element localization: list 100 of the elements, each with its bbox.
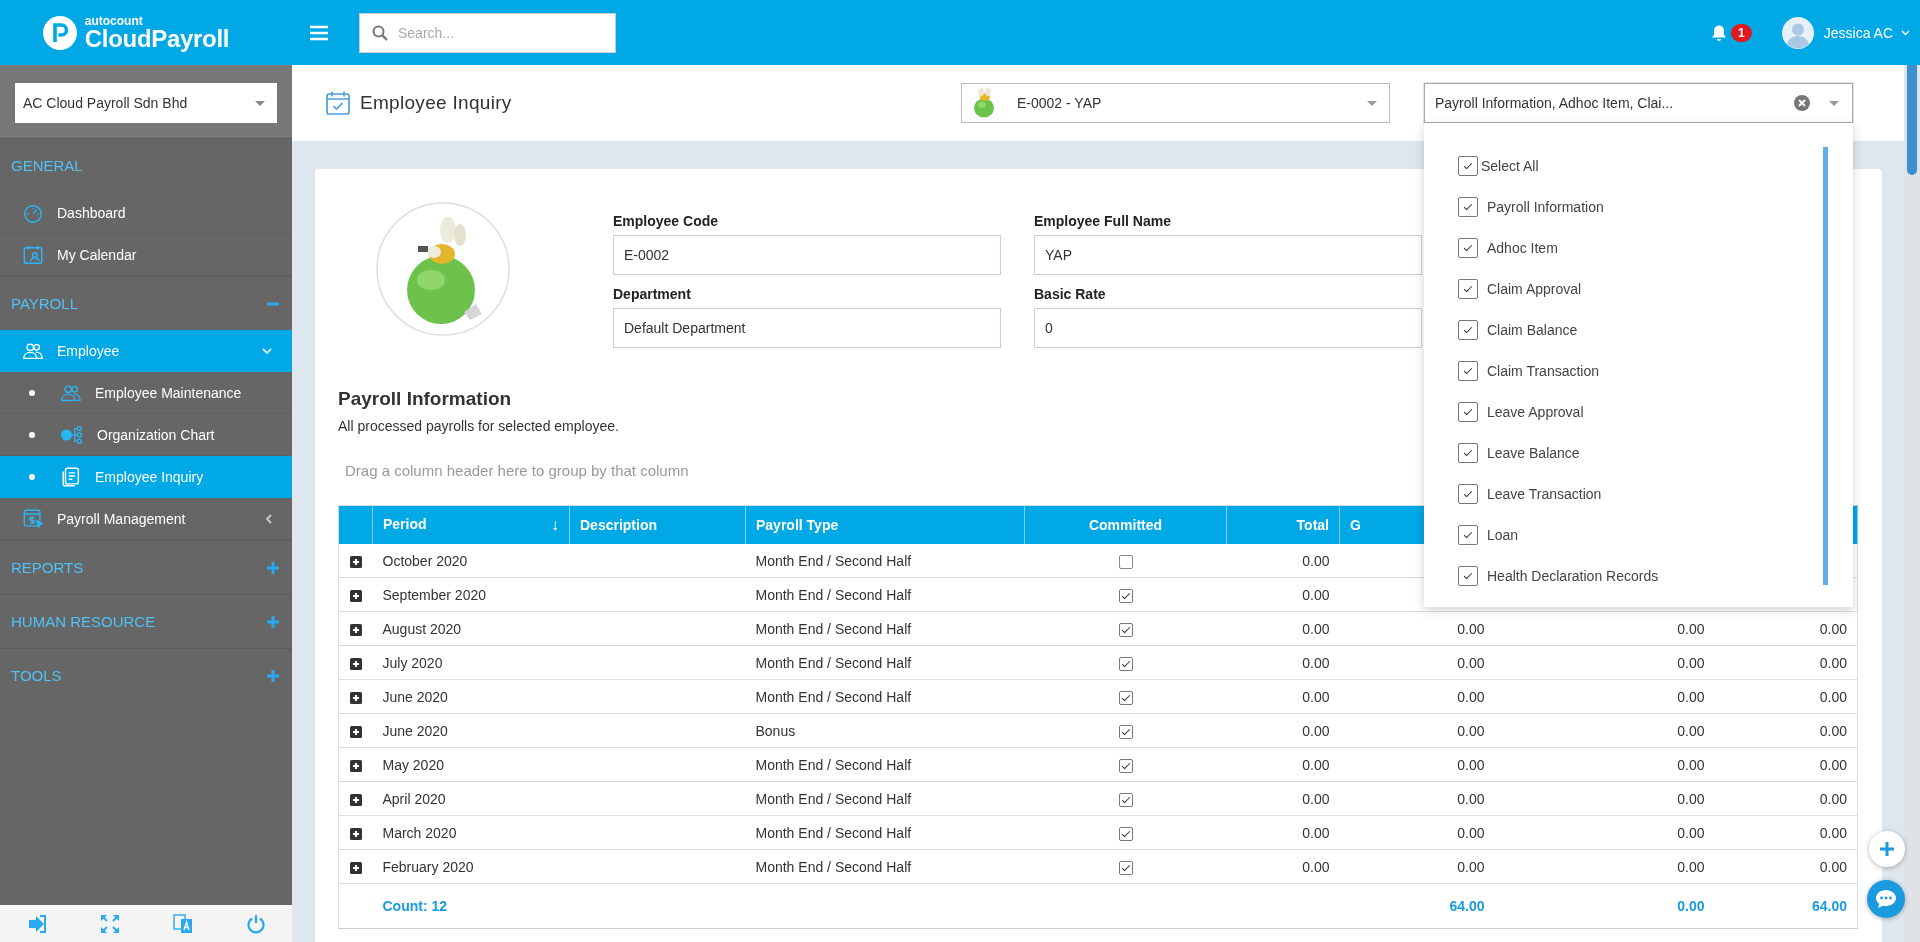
avatar-icon <box>1781 16 1814 49</box>
checkbox[interactable] <box>1118 826 1133 841</box>
option-label[interactable]: Payroll Information <box>1487 198 1604 215</box>
expand-row-icon[interactable] <box>349 589 362 602</box>
table-cell: September 2020 <box>372 577 570 612</box>
notification-button[interactable] <box>1711 23 1728 42</box>
expand-row-icon[interactable] <box>349 827 362 840</box>
table-cell: 0.00 <box>1339 781 1495 816</box>
chat-icon[interactable] <box>1875 889 1897 909</box>
nav-subitem[interactable]: Employee Maintenance <box>0 372 292 414</box>
option-label[interactable]: Claim Transaction <box>1487 362 1600 379</box>
checkbox[interactable] <box>1118 554 1133 569</box>
table-cell: May 2020 <box>372 747 570 782</box>
checkbox[interactable] <box>1118 588 1133 603</box>
expand-row-icon[interactable] <box>349 793 362 806</box>
input-field[interactable]: Default Department <box>613 308 1001 348</box>
table-cell: 0.00 <box>1226 645 1340 680</box>
group-panel-hint: Drag a column header here to group by that column <box>345 461 689 481</box>
fullscreen-button[interactable] <box>99 913 120 934</box>
table-cell: 0.00 <box>1339 611 1495 646</box>
search-field[interactable]: Search... <box>359 12 616 53</box>
option-label[interactable]: Select All <box>1481 157 1539 174</box>
field-label: Department <box>613 285 692 304</box>
option-label[interactable]: Leave Approval <box>1487 403 1584 420</box>
employee-dropdown[interactable]: E-0002 - YAP <box>961 83 1390 123</box>
option-label[interactable]: Leave Transaction <box>1487 485 1602 502</box>
translate-button[interactable] <box>172 913 193 934</box>
expand-row-icon[interactable] <box>349 657 362 670</box>
checkbox[interactable] <box>1458 524 1478 545</box>
input-field[interactable]: 0 <box>1034 308 1422 348</box>
table-cell: 0.00 <box>1494 645 1715 680</box>
table-cell: October 2020 <box>372 544 570 578</box>
calendar-icon <box>22 243 44 266</box>
expand-row-icon[interactable] <box>349 725 362 738</box>
company-dropdown[interactable]: AC Cloud Payroll Sdn Bhd <box>15 83 277 123</box>
option-label[interactable]: Claim Balance <box>1487 321 1578 338</box>
checkbox[interactable] <box>1458 319 1478 340</box>
field-label: Basic Rate <box>1034 285 1107 304</box>
table-cell: Month End / Second Half <box>745 849 1025 884</box>
expand-row-icon[interactable] <box>349 555 362 568</box>
checkbox[interactable] <box>1458 237 1478 258</box>
logo-icon <box>42 15 77 50</box>
checkbox[interactable] <box>1118 860 1133 875</box>
nav-item[interactable]: My Calendar <box>0 234 292 276</box>
table-cell: April 2020 <box>372 781 570 816</box>
checkbox[interactable] <box>1458 401 1478 422</box>
checkbox[interactable] <box>1118 792 1133 807</box>
table-cell: 0.00 <box>1339 849 1495 884</box>
nav-item[interactable]: Dashboard <box>0 192 292 234</box>
table-cell: Month End / Second Half <box>745 544 1025 578</box>
input-field[interactable]: YAP <box>1034 235 1422 275</box>
option-label[interactable]: Adhoc Item <box>1487 239 1558 256</box>
table-cell: 0.00 <box>1226 713 1340 748</box>
checkbox[interactable] <box>1458 155 1478 176</box>
table-cell: 0.00 <box>1714 747 1858 782</box>
option-label[interactable]: Claim Approval <box>1487 280 1582 297</box>
nav-item[interactable]: Payroll Management <box>0 498 292 540</box>
module-dropdown[interactable]: Payroll Information, Adhoc Item, Clai... <box>1424 83 1853 123</box>
option-label[interactable]: Leave Balance <box>1487 444 1580 461</box>
caret-icon <box>255 100 265 106</box>
scrollbar[interactable] <box>1904 65 1920 942</box>
bullet-icon <box>29 473 35 480</box>
checkbox[interactable] <box>1458 442 1478 463</box>
expand-row-icon[interactable] <box>349 623 362 636</box>
table-cell: 0.00 <box>1339 747 1495 782</box>
table-cell: Month End / Second Half <box>745 781 1025 816</box>
scrollbar[interactable] <box>1823 147 1828 585</box>
expand-row-icon[interactable] <box>349 759 362 772</box>
input-field[interactable]: E-0002 <box>613 235 1001 275</box>
checkbox[interactable] <box>1458 565 1478 586</box>
checkbox[interactable] <box>1118 656 1133 671</box>
table-cell: Month End / Second Half <box>745 815 1025 850</box>
checkbox[interactable] <box>1118 724 1133 739</box>
checkbox[interactable] <box>1458 360 1478 381</box>
table-cell: 0.00 <box>1339 713 1495 748</box>
clear-icon <box>1794 95 1810 111</box>
checkbox[interactable] <box>1458 196 1478 217</box>
checkbox[interactable] <box>1458 278 1478 299</box>
field-label: Employee Full Name <box>1034 212 1172 231</box>
footer-count: Count: 12 <box>372 883 570 929</box>
expand-row-icon[interactable] <box>349 861 362 874</box>
table-cell: March 2020 <box>372 815 570 850</box>
notification-badge: 1 <box>1731 23 1752 42</box>
app-name: CloudPayroll <box>84 26 230 51</box>
table-cell: 0.00 <box>1714 645 1858 680</box>
plus-icon[interactable] <box>1879 841 1895 857</box>
section-subtitle: All processed payrolls for selected employee. <box>338 417 619 435</box>
table-cell: Month End / Second Half <box>745 577 1025 612</box>
checkbox[interactable] <box>1118 758 1133 773</box>
power-button[interactable] <box>245 913 266 934</box>
bullet-icon <box>29 389 35 396</box>
footer-total: 64.00 <box>1714 883 1858 929</box>
option-label[interactable]: Health Declaration Records <box>1487 567 1659 584</box>
checkbox[interactable] <box>1118 622 1133 637</box>
logout-button[interactable] <box>26 914 47 933</box>
table-cell: Month End / Second Half <box>745 679 1025 714</box>
checkbox[interactable] <box>1118 690 1133 705</box>
search-icon <box>372 24 388 41</box>
expand-row-icon[interactable] <box>349 691 362 704</box>
checkbox[interactable] <box>1458 483 1478 504</box>
